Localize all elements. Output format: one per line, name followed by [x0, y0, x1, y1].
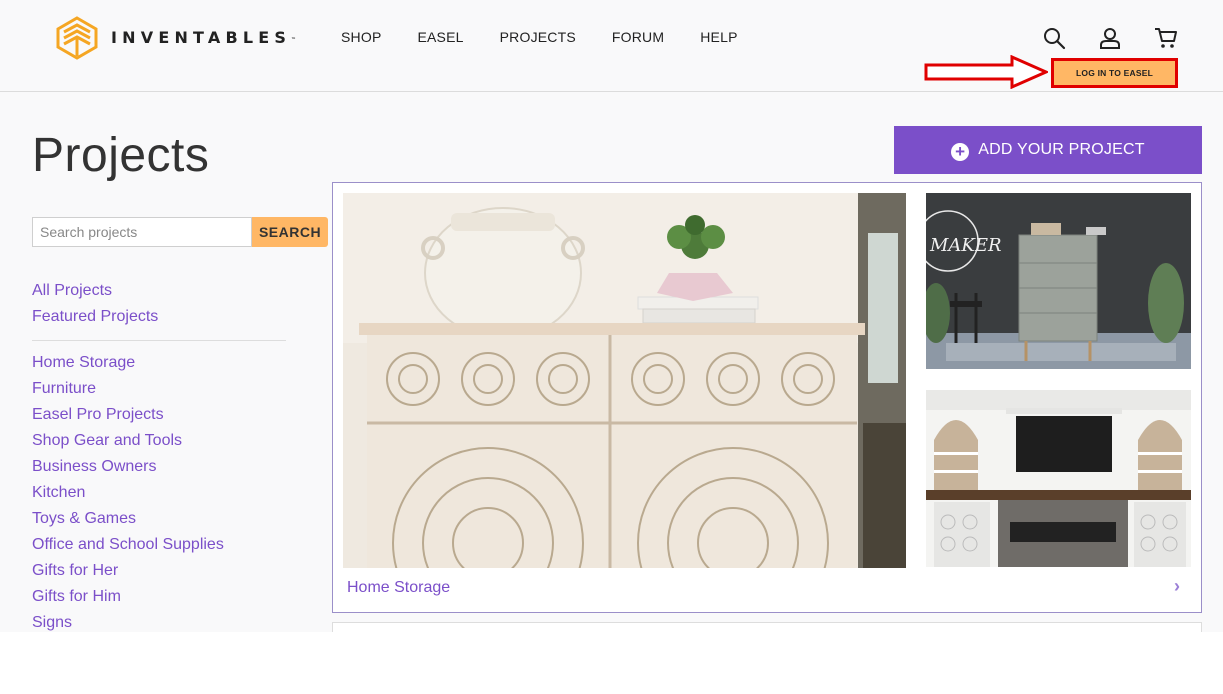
sidebar-item-kitchen[interactable]: Kitchen: [32, 480, 286, 506]
sidebar-categories: All Projects Featured Projects Home Stor…: [32, 278, 286, 636]
sidebar-item-gifts-for-him[interactable]: Gifts for Him: [32, 584, 286, 610]
featured-project-card: MAKER Home Storage ›: [332, 182, 1202, 613]
main-nav: SHOP EASEL PROJECTS FORUM HELP: [341, 29, 774, 45]
chevron-right-icon[interactable]: ›: [1174, 576, 1180, 597]
sidebar-divider: [32, 340, 286, 341]
inventables-logo-icon[interactable]: [56, 16, 98, 60]
sidebar-item-featured-projects[interactable]: Featured Projects: [32, 304, 286, 330]
sidebar-item-easel-pro-projects[interactable]: Easel Pro Projects: [32, 402, 286, 428]
sidebar-item-toys-and-games[interactable]: Toys & Games: [32, 506, 286, 532]
search-button[interactable]: SEARCH: [252, 217, 328, 247]
card-category-label[interactable]: Home Storage: [347, 579, 450, 597]
sidebar-item-furniture[interactable]: Furniture: [32, 376, 286, 402]
nav-easel[interactable]: EASEL: [417, 29, 463, 45]
sidebar-item-home-storage[interactable]: Home Storage: [32, 350, 286, 376]
add-project-button[interactable]: + ADD YOUR PROJECT: [894, 126, 1202, 174]
search-input[interactable]: [32, 217, 252, 247]
maker-badge-text: MAKER: [929, 235, 1002, 256]
sidebar-item-all-projects[interactable]: All Projects: [32, 278, 286, 304]
sidebar-item-shop-gear-and-tools[interactable]: Shop Gear and Tools: [32, 428, 286, 454]
nav-projects[interactable]: PROJECTS: [500, 29, 576, 45]
brand-wordmark[interactable]: INVENTABLES™: [111, 28, 296, 47]
annotation-arrow-icon: [924, 55, 1048, 89]
project-thumbnail-fireplace[interactable]: [926, 390, 1191, 567]
account-icon[interactable]: [1098, 26, 1122, 50]
main-project-image[interactable]: [343, 193, 906, 568]
search-icon[interactable]: [1042, 26, 1066, 50]
project-thumbnail-dresser[interactable]: MAKER: [926, 193, 1191, 369]
sidebar-item-business-owners[interactable]: Business Owners: [32, 454, 286, 480]
sidebar-item-gifts-for-her[interactable]: Gifts for Her: [32, 558, 286, 584]
login-to-easel-button[interactable]: LOG IN TO EASEL: [1051, 58, 1178, 88]
add-project-label: ADD YOUR PROJECT: [978, 141, 1145, 158]
plus-circle-icon: +: [951, 142, 970, 161]
nav-help[interactable]: HELP: [700, 29, 737, 45]
page-title: Projects: [32, 129, 210, 182]
sidebar-item-office-and-school-supplies[interactable]: Office and School Supplies: [32, 532, 286, 558]
cart-icon[interactable]: [1154, 26, 1178, 50]
nav-forum[interactable]: FORUM: [612, 29, 664, 45]
bottom-area: [0, 632, 1223, 694]
nav-shop[interactable]: SHOP: [341, 29, 381, 45]
